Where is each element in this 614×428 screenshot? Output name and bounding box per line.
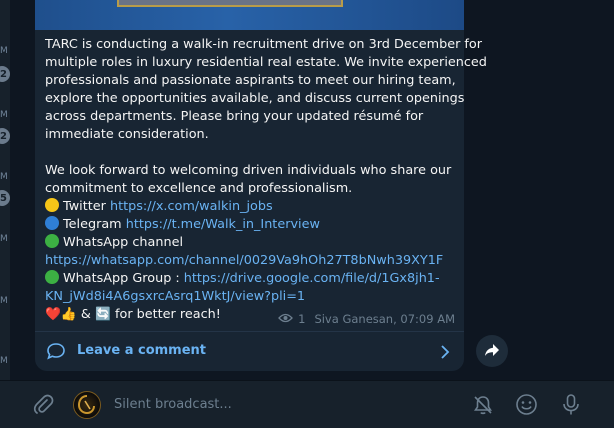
post-text-segment: ❤️👍 & 🔄 for better reach! (45, 307, 221, 322)
post-text-line: TARC is conducting a walk-in recruitment… (45, 36, 482, 54)
comment-icon (46, 342, 66, 364)
circle-emoji-icon (45, 216, 59, 230)
chat-list-time: M (0, 46, 8, 56)
post-link[interactable]: https://whatsapp.com/channel/0029Va9hOh2… (45, 253, 443, 268)
chat-list-time: M (0, 234, 8, 244)
unread-badge: 2 (0, 66, 10, 82)
chevron-right-icon (440, 344, 450, 363)
post-text-line: multiple roles in luxury residential rea… (45, 54, 487, 72)
post-text-segment: commitment to excellence and professiona… (45, 181, 353, 196)
post-image-content (117, 0, 343, 7)
attach-icon[interactable] (32, 394, 54, 420)
leave-comment-label: Leave a comment (77, 343, 207, 358)
post-text-segment: professionals and passionate aspirants t… (45, 73, 456, 88)
post-text-line: commitment to excellence and professiona… (45, 180, 457, 198)
emoji-icon[interactable] (515, 393, 538, 420)
post-text-segment: We look forward to welcoming driven indi… (45, 163, 452, 178)
post-text-line: across departments. Please bring your up… (45, 108, 457, 126)
post-text-line: We look forward to welcoming driven indi… (45, 162, 457, 180)
post-text-line: WhatsApp channel (45, 234, 457, 252)
post-link[interactable]: https://t.me/Walk_in_Interview (126, 217, 320, 232)
circle-emoji-icon (45, 270, 59, 284)
chat-list-time: M (0, 172, 8, 182)
post-text-segment: explore the opportunities available, and… (45, 91, 465, 106)
circle-emoji-icon (45, 198, 59, 212)
post-text-line (45, 144, 457, 162)
message-input[interactable]: Silent broadcast... (114, 397, 232, 412)
channel-post-bubble: TARC is conducting a walk-in recruitment… (35, 0, 487, 371)
post-text-line: Twitter https://x.com/walkin_jobs (45, 198, 457, 216)
post-text-line: explore the opportunities available, and… (45, 90, 464, 108)
post-text-line: WhatsApp Group : https://drive.google.co… (45, 270, 457, 288)
post-text-segment: immediate consideration. (45, 127, 209, 142)
chat-list-edge[interactable]: M 2 M 2 M 5 M M M (0, 0, 10, 380)
chat-scrollbar[interactable] (608, 0, 614, 380)
post-author-time: Siva Ganesan, 07:09 AM (314, 312, 455, 326)
post-text-segment: WhatsApp Group : (63, 271, 184, 286)
post-link[interactable]: https://drive.google.com/file/d/1Gx8jh1- (184, 271, 440, 286)
post-text-segment: TARC is conducting a walk-in recruitment… (45, 37, 482, 52)
forward-button[interactable] (476, 335, 508, 367)
chat-list-time: M (0, 356, 8, 366)
post-text-segment: Telegram (63, 217, 126, 232)
microphone-icon[interactable] (561, 393, 581, 421)
circle-emoji-icon (45, 234, 59, 248)
unread-badge: 2 (0, 128, 10, 144)
post-text-segment: across departments. Please bring your up… (45, 109, 424, 124)
post-text-segment: multiple roles in luxury residential rea… (45, 55, 487, 70)
views-icon (278, 312, 293, 326)
channel-avatar[interactable] (73, 391, 101, 419)
chat-list-time: M (0, 110, 8, 120)
post-text-line: Telegram https://t.me/Walk_in_Interview (45, 216, 457, 234)
post-text-line: professionals and passionate aspirants t… (45, 72, 457, 90)
unread-badge: 5 (0, 190, 10, 206)
post-image[interactable] (35, 0, 464, 30)
post-text: TARC is conducting a walk-in recruitment… (45, 36, 487, 324)
bell-off-icon[interactable] (472, 394, 494, 420)
post-text-line: KN_jWd8i4A6gsxrcAsrq1WktJ/view?pli=1 (45, 288, 457, 306)
post-meta: 1 Siva Ganesan, 07:09 AM (278, 312, 455, 326)
post-link[interactable]: KN_jWd8i4A6gsxrcAsrq1WktJ/view?pli=1 (45, 289, 305, 304)
post-link[interactable]: https://x.com/walkin_jobs (110, 199, 273, 214)
post-text-segment: WhatsApp channel (63, 235, 183, 250)
post-text-line: immediate consideration. (45, 126, 457, 144)
leave-comment-button[interactable]: Leave a comment (35, 332, 464, 370)
post-text-line: https://whatsapp.com/channel/0029Va9hOh2… (45, 252, 457, 270)
post-text-segment: Twitter (63, 199, 110, 214)
share-arrow-icon (484, 342, 500, 361)
views-count: 1 (298, 312, 306, 326)
chat-list-time: M (0, 296, 8, 306)
message-composer: Silent broadcast... (0, 380, 614, 428)
